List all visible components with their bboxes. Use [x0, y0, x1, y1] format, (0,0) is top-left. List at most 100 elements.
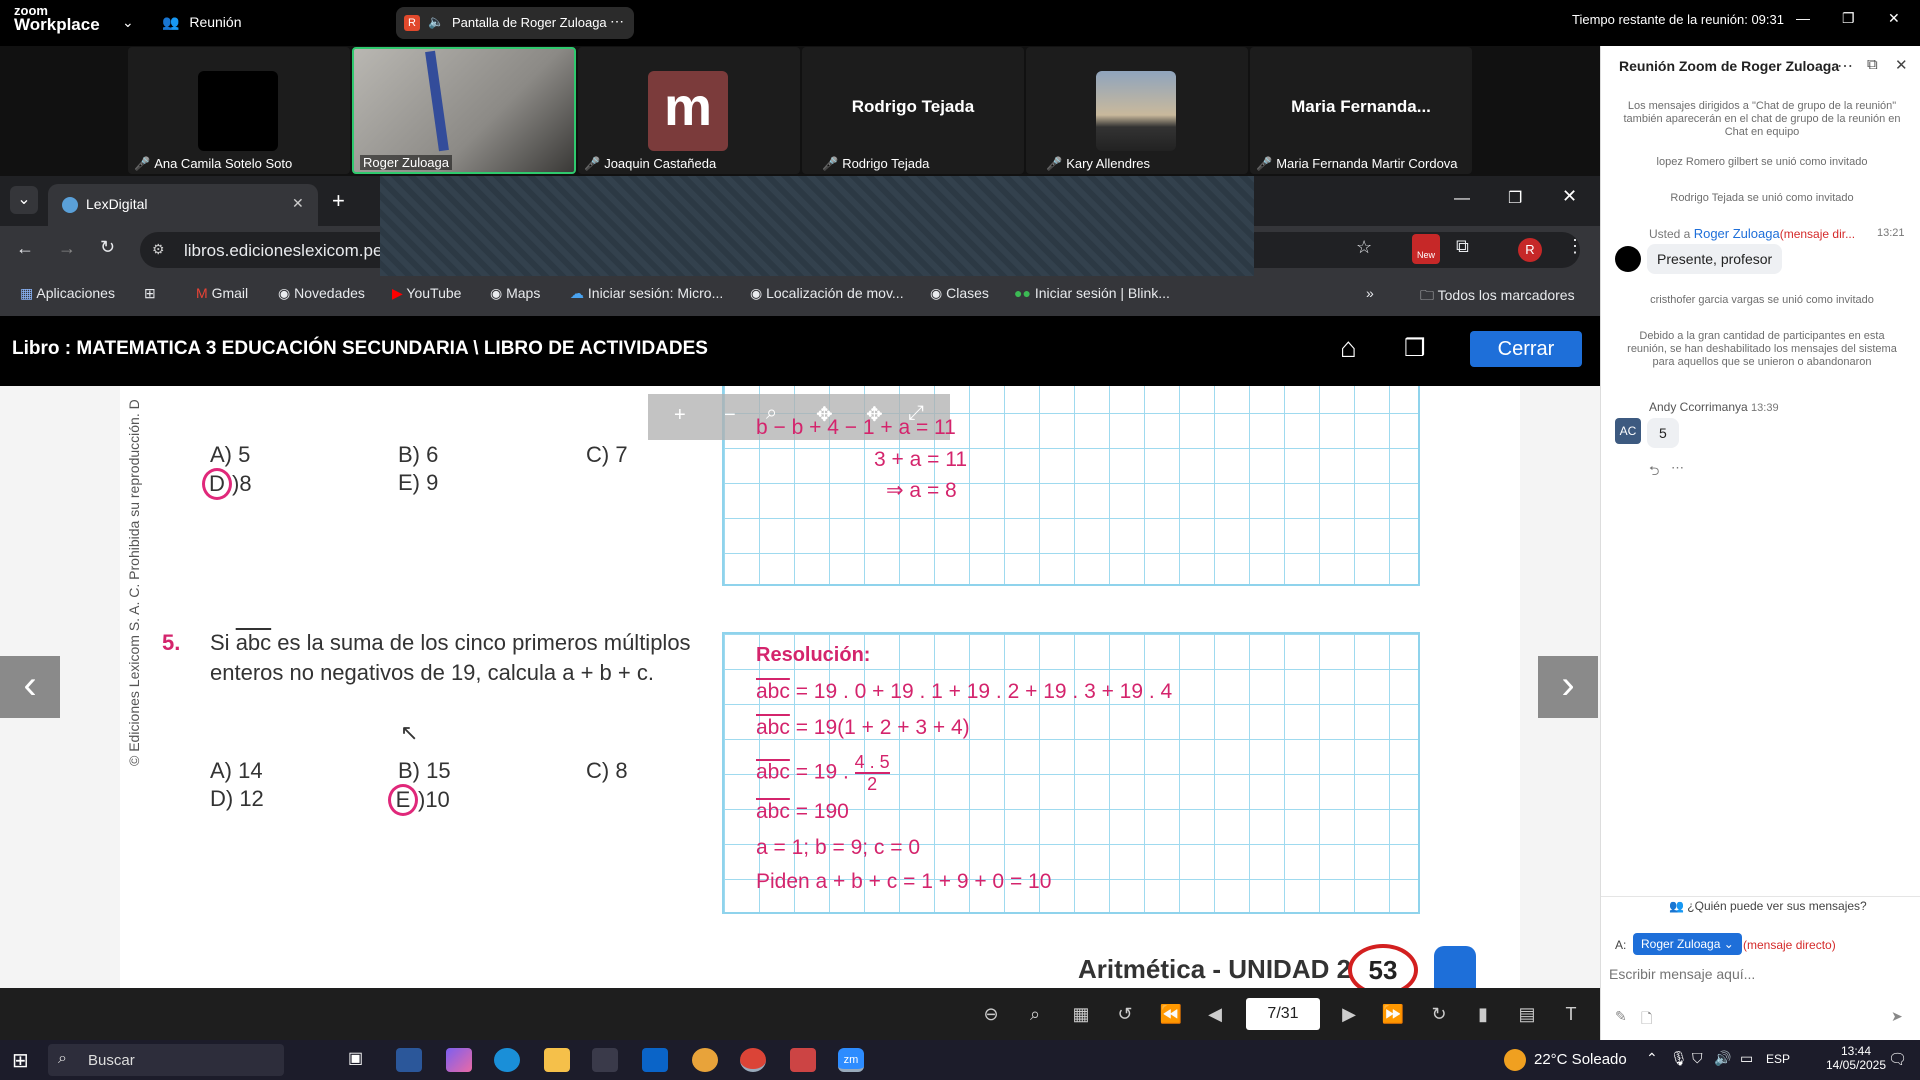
minimize-icon[interactable]: — [1454, 190, 1470, 208]
format-icon[interactable]: ✎ [1615, 1008, 1627, 1025]
chevron-up-icon[interactable]: ⌃ [1646, 1050, 1658, 1067]
copilot-icon[interactable] [446, 1048, 472, 1072]
weather-text[interactable]: 22°C Soleado [1534, 1051, 1627, 1068]
next-page-button[interactable]: › [1538, 656, 1598, 718]
clock[interactable]: 13:44 14/05/2025 [1816, 1044, 1896, 1072]
bookmark-youtube[interactable]: ▶ YouTube [392, 285, 461, 302]
tab-search-icon[interactable]: ⌄ [10, 186, 38, 214]
word-icon[interactable] [396, 1048, 422, 1072]
close-icon[interactable]: ✕ [1888, 10, 1900, 27]
bookmark-microsoft[interactable]: ☁ Iniciar sesión: Micro... [570, 285, 723, 302]
app-icon[interactable] [790, 1048, 816, 1072]
volume-icon[interactable]: 🔊 [1714, 1050, 1731, 1067]
participant-tile[interactable]: m 🎤 Joaquin Castañeda [578, 47, 800, 174]
profile-avatar[interactable]: R [1518, 238, 1542, 262]
more-options-icon[interactable]: ⋯ [1671, 460, 1684, 476]
edge-icon[interactable] [494, 1048, 520, 1072]
who-can-see-link[interactable]: 👥 ¿Quién puede ver sus mensajes? [1669, 899, 1867, 913]
extension-new-icon[interactable]: New [1412, 234, 1440, 264]
prev-page-icon[interactable]: ◀ [1200, 1000, 1230, 1028]
participant-tile[interactable]: Maria Fernanda... 🎤 Maria Fernanda Martir… [1250, 47, 1472, 174]
previous-page-button[interactable]: ‹ [0, 656, 60, 718]
share-avatar-badge: R [404, 15, 420, 31]
more-options-icon[interactable]: ⋯ [1837, 56, 1853, 76]
meeting-menu[interactable]: 👥 Reunión [162, 14, 241, 31]
close-icon[interactable]: ✕ [1895, 56, 1908, 74]
taskbar-search[interactable]: ⌕ Buscar [48, 1044, 284, 1076]
restore-icon[interactable]: ❐ [1842, 10, 1855, 27]
chat-message-input[interactable] [1609, 960, 1909, 988]
network-icon[interactable]: ⛉ [1692, 1050, 1703, 1067]
file-icon[interactable]: 🗋 [1641, 1008, 1652, 1032]
send-icon[interactable]: ➤ [1891, 1008, 1903, 1025]
chrome-profile-icon[interactable] [740, 1048, 766, 1072]
participant-tile[interactable]: Rodrigo Tejada 🎤 Rodrigo Tejada [802, 47, 1024, 174]
new-tab-icon[interactable]: + [332, 188, 345, 214]
globe-icon: ◉ [750, 285, 763, 301]
unit-label: Aritmética - UNIDAD 2 [1078, 954, 1352, 984]
popout-icon[interactable]: ⧉ [1867, 56, 1878, 73]
close-tab-icon[interactable]: ✕ [292, 195, 304, 212]
book-index-icon[interactable]: ❒ [1404, 334, 1426, 363]
participant-tile[interactable]: 🎤 Ana Camila Sotelo Soto [128, 47, 350, 174]
thumbnails-icon[interactable]: ▦ [1066, 1000, 1096, 1028]
home-icon[interactable]: ⌂ [1340, 332, 1357, 364]
bookmark-localizacion[interactable]: ◉ Localización de mov... [750, 285, 904, 302]
participant-tile-active[interactable]: Roger Zuloaga [352, 47, 576, 174]
recipient-dropdown[interactable]: Roger Zuloaga ⌄ [1633, 933, 1742, 955]
grid-icon[interactable]: ⊞ [144, 285, 156, 302]
bookmark-novedades[interactable]: ◉ Novedades [278, 285, 365, 302]
zoom-in-icon[interactable]: + [674, 404, 686, 427]
back-icon[interactable]: ← [16, 238, 34, 259]
participant-tile[interactable]: 🎤 Kary Allendres [1026, 47, 1248, 174]
all-bookmarks[interactable]: 🗀 Todos los marcadores [1420, 285, 1575, 309]
mic-icon[interactable]: 🎙 [1670, 1050, 1688, 1067]
restore-icon[interactable]: ❐ [1508, 188, 1522, 208]
language-indicator[interactable]: ESP [1766, 1052, 1790, 1066]
forward-icon[interactable]: → [58, 238, 76, 259]
more-options-icon[interactable]: ⋯ [610, 13, 624, 30]
chevron-down-icon[interactable]: ⌄ [122, 14, 134, 31]
bookmark-icon[interactable]: ▮ [1468, 1000, 1498, 1028]
reload-icon[interactable]: ↻ [100, 237, 115, 258]
chrome-icon[interactable] [692, 1048, 718, 1072]
browser-tab[interactable]: LexDigital ✕ [48, 184, 318, 226]
page-indicator-input[interactable]: 7/31 [1246, 998, 1320, 1030]
menu-icon[interactable]: ⋮ [1566, 236, 1584, 257]
minimize-icon[interactable]: — [1796, 10, 1810, 26]
reply-icon[interactable]: ⮌ [1649, 462, 1659, 484]
bookmark-maps[interactable]: ◉ Maps [490, 285, 540, 302]
site-info-icon[interactable]: ⚙ [152, 241, 165, 258]
last-page-icon[interactable]: ⏩ [1378, 1000, 1408, 1028]
extensions-icon[interactable]: ⧉ [1456, 236, 1469, 257]
windows-start-icon[interactable]: ⊞ [12, 1048, 29, 1073]
file-explorer-icon[interactable] [544, 1048, 570, 1072]
notifications-icon[interactable]: 🗨 [1888, 1050, 1907, 1068]
close-book-button[interactable]: Cerrar [1470, 331, 1582, 367]
search-icon[interactable]: ⌕ [1020, 1000, 1050, 1028]
screen-share-indicator[interactable]: R 🔈 Pantalla de Roger Zuloaga ⋯ [396, 7, 634, 39]
zoom-out-icon[interactable]: ⊖ [976, 1000, 1006, 1028]
outlook-icon[interactable] [642, 1048, 668, 1072]
recipient-link[interactable]: Roger Zuloaga [1694, 226, 1780, 241]
store-icon[interactable] [592, 1048, 618, 1072]
resolution-line: abc = 190 [756, 800, 849, 823]
redo-icon[interactable]: ↻ [1424, 1000, 1454, 1028]
bookmark-apps[interactable]: ▦ Aplicaciones [20, 285, 115, 302]
zoom-out-icon[interactable]: − [724, 404, 736, 427]
display-icon[interactable]: ▭ [1740, 1050, 1753, 1067]
text-icon[interactable]: T [1556, 1000, 1586, 1028]
bookmark-gmail[interactable]: M Gmail [196, 285, 248, 301]
first-page-icon[interactable]: ⏪ [1156, 1000, 1186, 1028]
avatar: m [648, 71, 728, 151]
undo-icon[interactable]: ↺ [1110, 1000, 1140, 1028]
layout-icon[interactable]: ▤ [1512, 1000, 1542, 1028]
next-page-icon[interactable]: ▶ [1334, 1000, 1364, 1028]
close-window-icon[interactable]: ✕ [1562, 186, 1577, 207]
bookmark-star-icon[interactable]: ☆ [1356, 237, 1372, 258]
zoom-app-icon[interactable]: zm [838, 1048, 864, 1072]
bookmark-blink[interactable]: ●● Iniciar sesión | Blink... [1014, 285, 1170, 301]
task-view-icon[interactable]: ▣ [348, 1048, 374, 1072]
bookmark-clases[interactable]: ◉ Clases [930, 285, 989, 302]
more-bookmarks-icon[interactable]: » [1366, 285, 1374, 301]
